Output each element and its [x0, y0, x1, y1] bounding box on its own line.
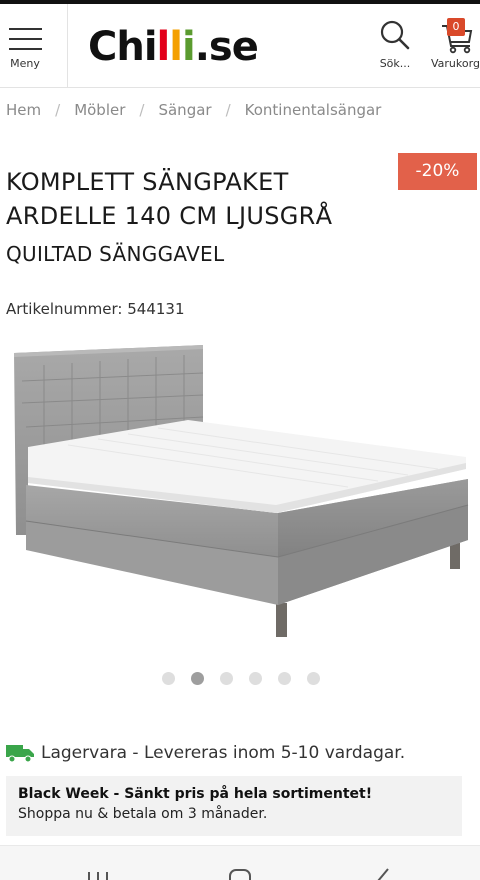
breadcrumb-sangar[interactable]: Sängar: [158, 101, 211, 119]
discount-badge: -20%: [398, 153, 477, 190]
recent-apps-icon[interactable]: [86, 870, 110, 880]
gallery-dot[interactable]: [220, 672, 233, 685]
article-number-label: Artikelnummer:: [6, 300, 123, 318]
home-icon[interactable]: [228, 868, 252, 880]
stock-status: Lagervara - Levereras inom 5-10 vardagar…: [6, 740, 405, 766]
breadcrumb-kontinentalsangar[interactable]: Kontinentalsängar: [245, 101, 382, 119]
back-icon[interactable]: [372, 868, 392, 880]
promo-text: Shoppa nu & betala om 3 månader.: [18, 806, 268, 822]
gallery-pagination: [162, 672, 320, 685]
gallery-dot[interactable]: [162, 672, 175, 685]
chilli-logo[interactable]: Chilli.se: [88, 22, 259, 72]
promo-banner[interactable]: Black Week - Sänkt pris på hela sortimen…: [6, 776, 462, 836]
breadcrumb-separator: /: [55, 101, 61, 119]
product-title: KOMPLETT SÄNGPAKET ARDELLE 140 CM LJUSGR…: [6, 168, 333, 230]
breadcrumb: Hem / Möbler / Sängar / Kontinentalsängar: [6, 101, 381, 119]
breadcrumb-home[interactable]: Hem: [6, 101, 41, 119]
cart-label: Varukorg: [431, 57, 480, 70]
breadcrumb-separator: /: [139, 101, 145, 119]
breadcrumb-mobler[interactable]: Möbler: [74, 101, 125, 119]
truck-icon: [6, 745, 34, 763]
stock-text: Lagervara - Levereras inom 5-10 vardagar…: [41, 743, 406, 763]
product-subtitle: QUILTAD SÄNGGAVEL: [6, 242, 225, 266]
search-label: Sök...: [379, 57, 411, 70]
gallery-dot[interactable]: [278, 672, 291, 685]
gallery-dot[interactable]: [307, 672, 320, 685]
gallery-dot[interactable]: [249, 672, 262, 685]
cart-button[interactable]: 0 Varukorg: [426, 4, 480, 87]
article-number-value: 544131: [127, 300, 185, 318]
site-header: Meny Chilli.se Sök... 0 Varukorg: [0, 4, 480, 88]
menu-label: Meny: [10, 57, 40, 70]
breadcrumb-separator: /: [225, 101, 231, 119]
search-icon: [380, 20, 410, 50]
android-nav-bar: [0, 845, 480, 880]
promo-title: Black Week - Sänkt pris på hela sortimen…: [18, 786, 373, 802]
cart-count-badge: 0: [447, 18, 465, 36]
product-image-bed[interactable]: [8, 335, 472, 645]
hamburger-icon: [9, 28, 42, 50]
search-button[interactable]: Sök...: [370, 4, 420, 87]
article-number: Artikelnummer: 544131: [6, 300, 185, 318]
gallery-dot[interactable]: [191, 672, 204, 685]
menu-button[interactable]: Meny: [0, 4, 68, 87]
